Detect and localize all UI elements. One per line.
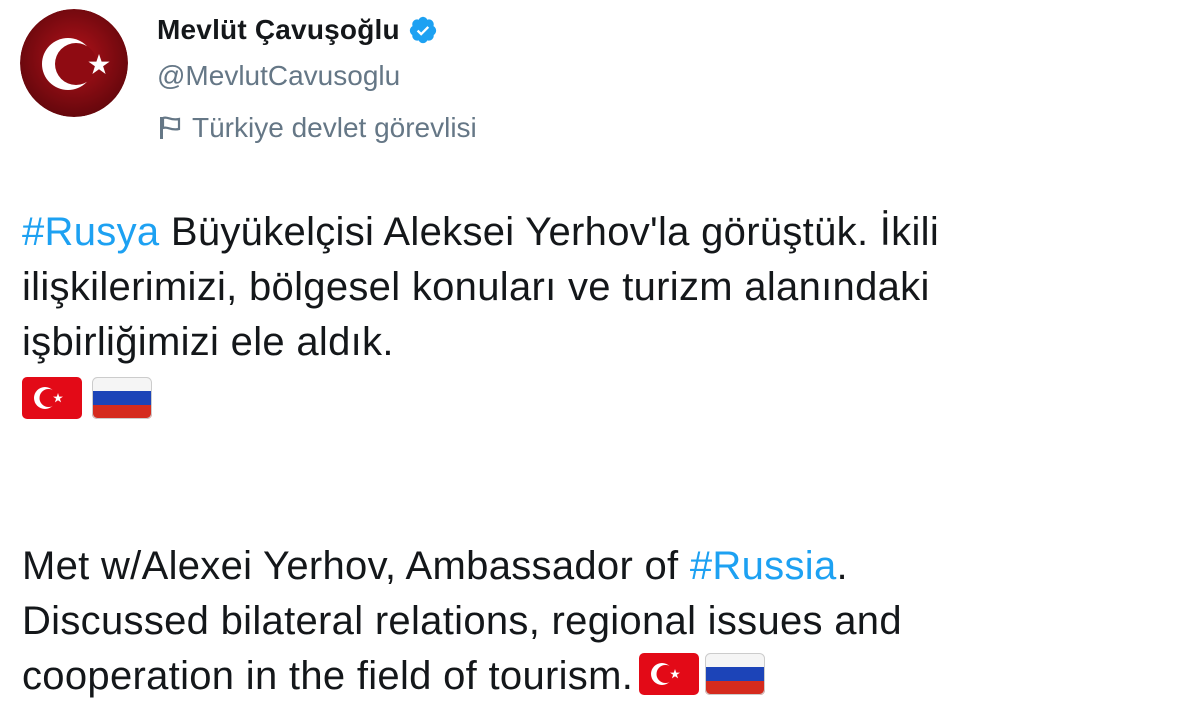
- tweet-text-segment: cooperation in the field of tourism.: [22, 654, 634, 698]
- tweet-text: #Rusya Büyükelçisi Aleksei Yerhov'la gör…: [22, 205, 1182, 710]
- turkey-flag-icon: [639, 653, 700, 710]
- tweet-line: Met w/Alexei Yerhov, Ambassador of #Russ…: [22, 539, 1182, 594]
- government-official-label: Türkiye devlet görevlisi: [158, 112, 477, 144]
- flag-outline-icon: [158, 115, 182, 141]
- tweet-text-segment: Met w/Alexei Yerhov, Ambassador of: [22, 544, 690, 588]
- verified-badge-icon: [408, 15, 438, 45]
- tweet-line: ilişkilerimizi, bölgesel konuları ve tur…: [22, 265, 930, 309]
- tweet-line: Discussed bilateral relations, regional …: [22, 599, 902, 643]
- tweet-line: işbirliğimizi ele aldık.: [22, 320, 394, 364]
- tweet-card: Mevlüt Çavuşoğlu @MevlutCavusoglu Türkiy…: [0, 0, 1200, 709]
- russia-flag-icon: [92, 376, 152, 419]
- tweet-text-segment: Büyükelçisi Aleksei Yerhov'la görüştük. …: [159, 210, 940, 254]
- author-name-row: Mevlüt Çavuşoğlu: [157, 10, 438, 50]
- government-label-text: Türkiye devlet görevlisi: [192, 112, 477, 143]
- author-display-name[interactable]: Mevlüt Çavuşoğlu: [157, 14, 400, 46]
- russia-flag-icon: [705, 653, 766, 710]
- hashtag-link-russia[interactable]: #Russia: [690, 544, 837, 588]
- tweet-line: #Rusya Büyükelçisi Aleksei Yerhov'la gör…: [22, 205, 1182, 260]
- avatar[interactable]: [20, 9, 128, 117]
- tweet-line: cooperation in the field of tourism.: [22, 649, 1182, 710]
- flag-emoji-row: [22, 370, 1182, 425]
- turkey-crescent-avatar-icon: [20, 9, 128, 117]
- hashtag-link-rusya[interactable]: #Rusya: [22, 210, 159, 254]
- author-handle[interactable]: @MevlutCavusoglu: [157, 60, 400, 92]
- tweet-text-segment: .: [836, 544, 848, 588]
- turkey-flag-icon: [22, 376, 82, 419]
